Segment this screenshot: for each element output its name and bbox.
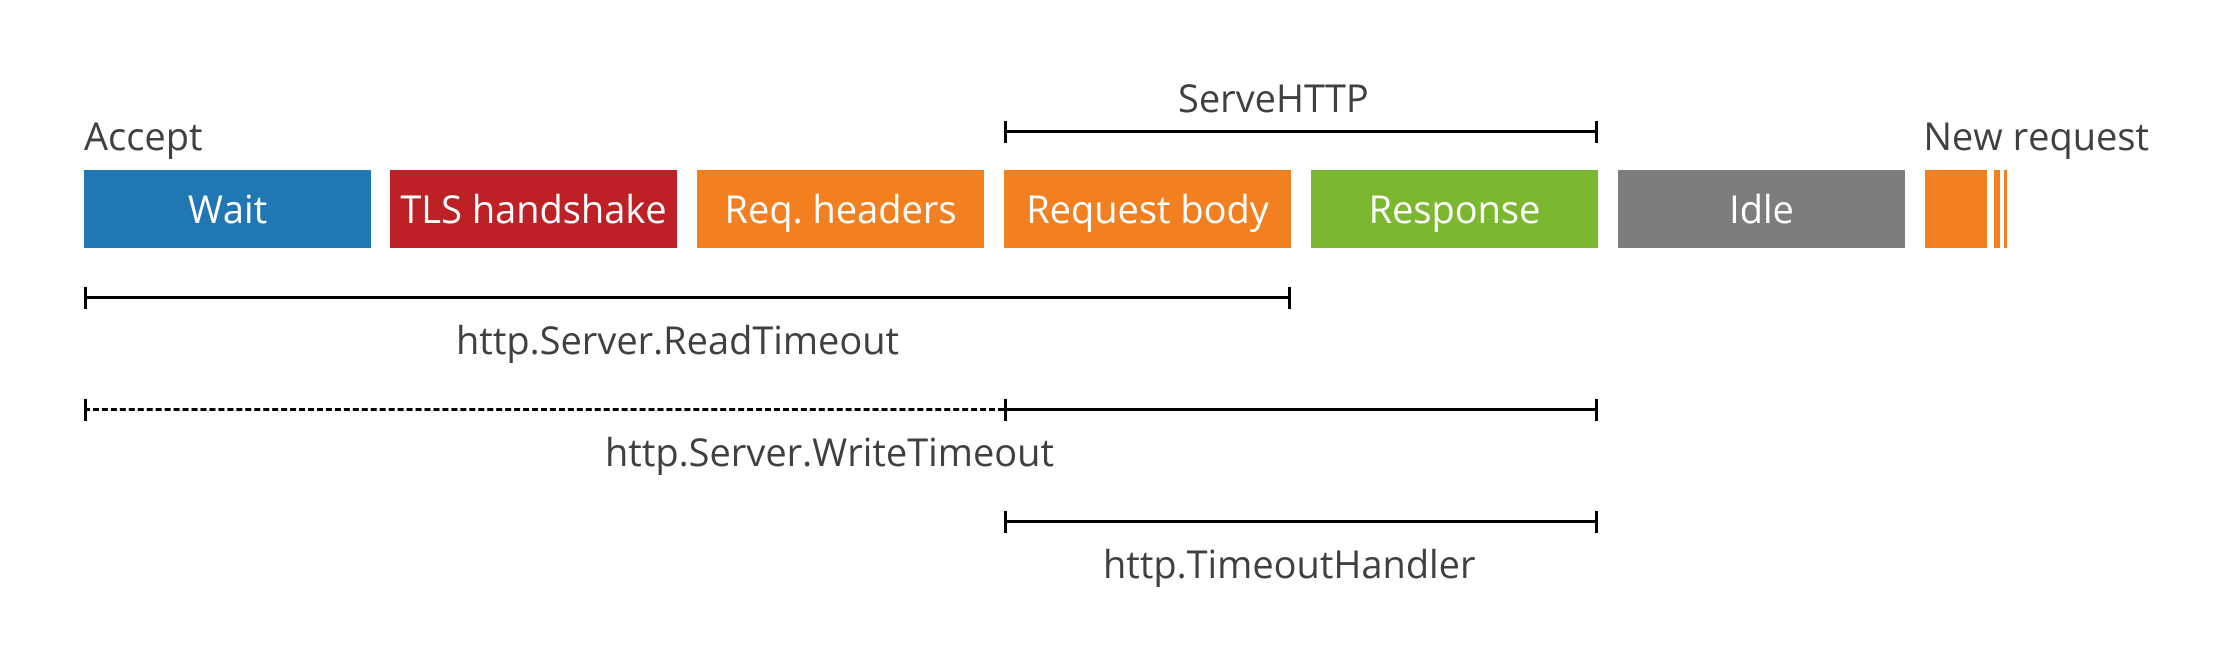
- phase-label: Idle: [1729, 183, 1794, 235]
- read-timeout-label: http.Server.ReadTimeout: [456, 314, 899, 366]
- accept-label: Accept: [84, 110, 203, 162]
- span-cap-icon: [84, 399, 87, 421]
- phase-request-headers: Req. headers: [697, 170, 984, 248]
- phase-wait: Wait: [84, 170, 371, 248]
- serve-http-label: ServeHTTP: [1178, 72, 1369, 124]
- phase-new-request-start: [1925, 170, 2007, 248]
- write-timeout-span-solid: [1004, 408, 1598, 411]
- stripe-icon: [2000, 170, 2004, 248]
- span-cap-icon: [1595, 121, 1598, 143]
- phase-label: Wait: [188, 183, 267, 235]
- phase-tls-handshake: TLS handshake: [390, 170, 677, 248]
- timeout-handler-span: [1004, 520, 1598, 523]
- stripe-icon: [1987, 170, 1994, 248]
- span-cap-icon: [1004, 399, 1007, 421]
- phase-label: TLS handshake: [400, 183, 666, 235]
- write-timeout-label: http.Server.WriteTimeout: [605, 426, 1054, 478]
- phase-label: Request body: [1026, 183, 1269, 235]
- new-request-label: New request: [1923, 110, 2149, 162]
- phase-request-body: Request body: [1004, 170, 1291, 248]
- timeout-handler-label: http.TimeoutHandler: [1103, 538, 1476, 590]
- span-cap-icon: [1004, 511, 1007, 533]
- phase-response: Response: [1311, 170, 1598, 248]
- phase-label: Req. headers: [725, 183, 957, 235]
- phase-label: Response: [1369, 183, 1541, 235]
- write-timeout-span-dashed: [84, 408, 1004, 411]
- timeline-diagram: Accept New request ServeHTTP Wait TLS ha…: [0, 0, 2215, 648]
- span-cap-icon: [1288, 287, 1291, 309]
- span-cap-icon: [1595, 511, 1598, 533]
- span-cap-icon: [84, 287, 87, 309]
- serve-http-span: [1004, 130, 1598, 133]
- span-cap-icon: [1595, 399, 1598, 421]
- phase-idle: Idle: [1618, 170, 1905, 248]
- span-cap-icon: [1004, 121, 1007, 143]
- read-timeout-span: [84, 296, 1291, 299]
